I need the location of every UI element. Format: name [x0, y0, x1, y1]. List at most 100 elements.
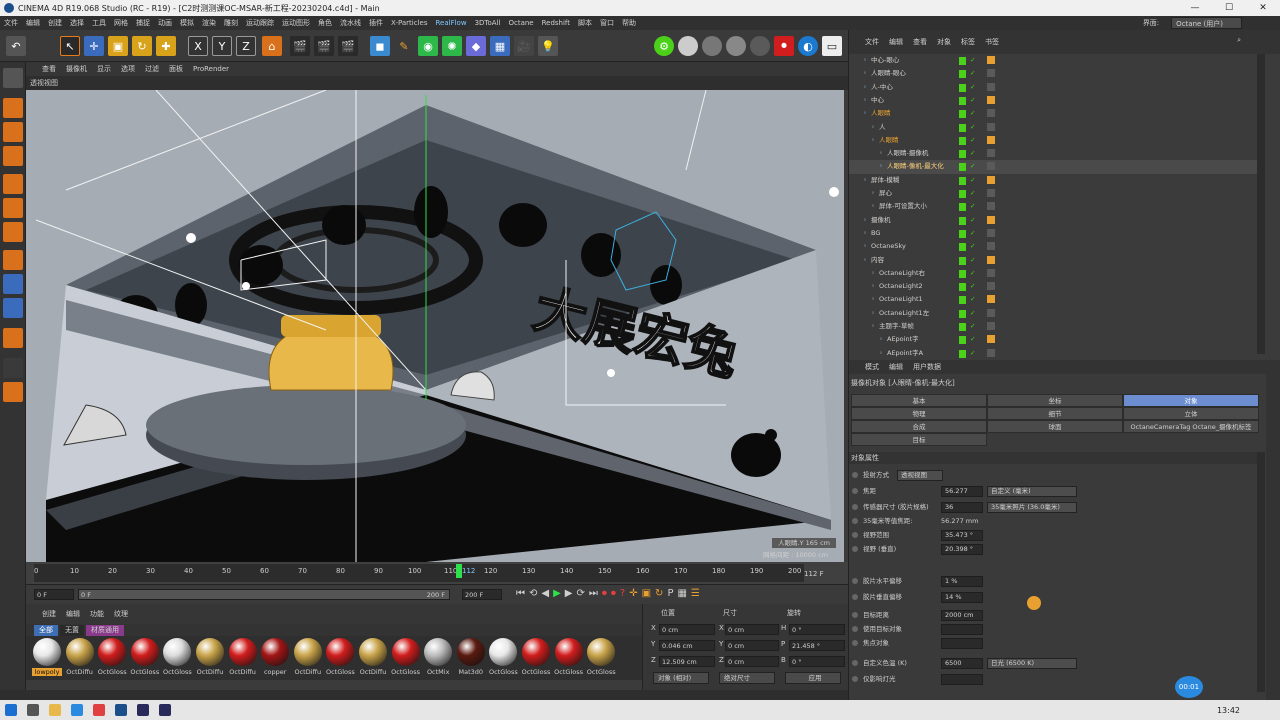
record-icon[interactable]: ⏺ — [602, 588, 607, 599]
object-tag-icon[interactable] — [987, 348, 995, 357]
autokey-icon[interactable]: ⏺ — [611, 588, 616, 599]
object-row[interactable]: ◦ 中心 ✓ — [849, 94, 1259, 107]
make-editable-icon[interactable] — [3, 68, 23, 88]
animate-dot-icon[interactable] — [852, 472, 858, 478]
menu-octane[interactable]: Octane — [508, 19, 533, 27]
coordinate-system-icon[interactable]: ⌂ — [262, 36, 282, 56]
menu-sculpt[interactable]: 雕刻 — [224, 18, 238, 28]
layer-color-swatch[interactable] — [959, 150, 966, 159]
attribute-value-field[interactable]: 20.398 ° — [941, 544, 983, 555]
apply-button[interactable]: 应用 — [785, 672, 841, 684]
attribute-dropdown[interactable]: 自定义 (毫米) — [987, 486, 1077, 497]
menu-pipeline[interactable]: 流水线 — [340, 18, 361, 28]
material-item[interactable]: OctGloss — [554, 638, 584, 676]
pen-icon[interactable]: ✎ — [394, 36, 414, 56]
object-tag-icon[interactable] — [987, 69, 995, 78]
menu-redshift[interactable]: Redshift — [542, 19, 570, 27]
object-row[interactable]: ◦ OctaneLight右 ✓ — [849, 267, 1259, 280]
tab-coordinates[interactable]: 坐标 — [987, 394, 1123, 407]
viewport-menu-prorender[interactable]: ProRender — [193, 65, 229, 73]
camera-icon[interactable]: 🎥 — [514, 36, 534, 56]
viewport-menu-filter[interactable]: 过滤 — [145, 64, 159, 74]
end-frame-field[interactable]: 200 F — [462, 589, 502, 600]
next-key-icon[interactable]: ⟳ — [577, 588, 585, 599]
menu-help[interactable]: 帮助 — [622, 18, 636, 28]
material-item[interactable]: OctGloss — [391, 638, 421, 676]
windows-start-icon[interactable] — [5, 704, 17, 716]
object-tag-icon[interactable] — [987, 322, 995, 330]
attribute-value-field[interactable]: 6500 — [941, 658, 983, 669]
object-row[interactable]: ◦ 摄像机 ✓ — [849, 214, 1259, 227]
object-tag-icon[interactable] — [987, 95, 995, 104]
axis-mode-icon[interactable] — [3, 250, 23, 270]
snap-icon[interactable] — [3, 298, 23, 318]
undo-icon[interactable]: ↶ — [6, 36, 26, 56]
material-item[interactable]: copper — [260, 638, 290, 676]
object-row[interactable]: ◦ 人眼睛-摄像机 ✓ — [849, 147, 1259, 160]
layer-color-swatch[interactable] — [959, 163, 966, 172]
attribute-value-field[interactable] — [941, 624, 983, 635]
menu-realflow[interactable]: RealFlow — [435, 19, 466, 27]
viewport-menu-panel[interactable]: 面板 — [169, 64, 183, 74]
menu-plugins[interactable]: 插件 — [369, 18, 383, 28]
object-row[interactable]: ◦ BG ✓ — [849, 227, 1259, 240]
object-menu-edit[interactable]: 编辑 — [889, 37, 903, 47]
animate-dot-icon[interactable] — [852, 578, 858, 584]
select-tool-icon[interactable]: ↖ — [60, 36, 80, 56]
keyframe-selection-icon[interactable]: ? — [620, 588, 625, 599]
visibility-check-icon[interactable]: ✓ — [970, 293, 975, 306]
material-item[interactable]: OctGloss — [325, 638, 355, 676]
object-tag-icon[interactable] — [987, 162, 995, 171]
workplane-mode-icon[interactable] — [3, 146, 23, 166]
playhead[interactable] — [456, 564, 462, 578]
object-tag-icon[interactable] — [987, 228, 995, 237]
attribute-dropdown[interactable]: 35毫米照片 (36.0毫米) — [987, 502, 1077, 513]
octane-camera-icon[interactable]: ▭ — [822, 36, 842, 56]
layer-color-swatch[interactable] — [959, 283, 966, 292]
material-menu-function[interactable]: 功能 — [90, 609, 104, 619]
tab-spherical[interactable]: 球面 — [987, 420, 1123, 433]
go-to-end-icon[interactable]: ⏭ — [589, 588, 598, 599]
edge-icon[interactable] — [71, 704, 83, 716]
material-item[interactable]: OctDiffu — [195, 638, 225, 676]
object-tag-icon[interactable] — [987, 202, 995, 211]
animate-dot-icon[interactable] — [852, 546, 858, 552]
material-item[interactable]: OctDiffu — [228, 638, 258, 676]
octane-specular-icon[interactable] — [750, 36, 770, 56]
object-tag-icon[interactable] — [987, 335, 995, 344]
previous-frame-icon[interactable]: ◀ — [541, 588, 549, 599]
layer-color-swatch[interactable] — [959, 229, 966, 238]
attribute-dropdown[interactable]: 日光 (6500 K) — [987, 658, 1077, 669]
tab-stereo[interactable]: 立体 — [1123, 407, 1259, 420]
layer-color-swatch[interactable] — [959, 83, 966, 92]
visibility-check-icon[interactable]: ✓ — [970, 187, 975, 200]
object-menu-file[interactable]: 文件 — [865, 37, 879, 47]
layer-color-swatch[interactable] — [959, 176, 966, 185]
go-to-start-icon[interactable]: ⏮ — [516, 588, 525, 599]
material-item[interactable]: OctMix — [423, 638, 453, 676]
layer-color-swatch[interactable] — [959, 110, 966, 119]
object-row[interactable]: ◦ 人-中心 ✓ — [849, 81, 1259, 94]
visibility-check-icon[interactable]: ✓ — [970, 280, 975, 293]
material-menu-create[interactable]: 创建 — [42, 609, 56, 619]
render-settings-icon[interactable]: 🎬 — [338, 36, 358, 56]
size-mode-select[interactable]: 绝对尺寸 — [719, 672, 775, 684]
attribute-value-field[interactable] — [941, 674, 983, 685]
material-item[interactable]: OctGloss — [521, 638, 551, 676]
menu-xparticles[interactable]: X-Particles — [391, 19, 427, 27]
attribute-value-field[interactable]: 56.277 — [941, 486, 983, 497]
rotation-p-field[interactable]: 21.458 ° — [789, 640, 845, 651]
menu-select[interactable]: 选择 — [70, 18, 84, 28]
tab-target[interactable]: 目标 — [851, 433, 987, 446]
layer-color-swatch[interactable] — [959, 203, 966, 212]
render-picture-viewer-icon[interactable]: 🎬 — [314, 36, 334, 56]
object-menu-bookmarks[interactable]: 书签 — [985, 37, 999, 47]
object-row[interactable]: ◦ OctaneLight1左 ✓ — [849, 307, 1259, 320]
position-y-field[interactable]: 0.046 cm — [659, 640, 715, 651]
object-tag-icon[interactable] — [987, 149, 995, 158]
scale-key-icon[interactable]: ▣ — [642, 588, 651, 599]
attr-menu-mode[interactable]: 模式 — [865, 362, 879, 372]
coordinate-mode-select[interactable]: 对象 (相对) — [653, 672, 709, 684]
visibility-check-icon[interactable]: ✓ — [970, 160, 975, 173]
animate-dot-icon[interactable] — [852, 626, 858, 632]
